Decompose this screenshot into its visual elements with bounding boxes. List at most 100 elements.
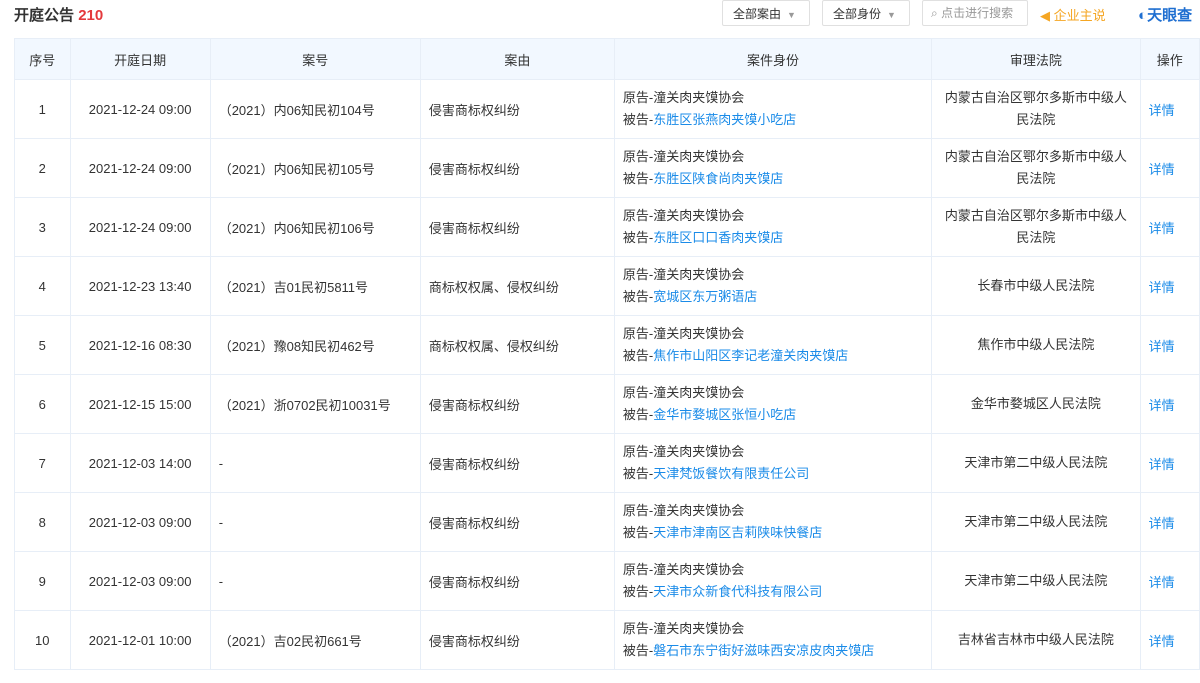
defendant-link[interactable]: 天津市津南区吉莉陕味快餐店 — [653, 525, 822, 540]
details-link[interactable]: 详情 — [1149, 162, 1175, 177]
plaintiff-name: 潼关肉夹馍协会 — [653, 90, 745, 105]
defendant-label: 被告- — [622, 348, 654, 363]
details-link[interactable]: 详情 — [1149, 280, 1175, 295]
speaker-icon: ◀ — [1040, 8, 1050, 23]
details-link[interactable]: 详情 — [1149, 516, 1175, 531]
defendant-label: 被告- — [622, 407, 654, 422]
defendant-link[interactable]: 金华市婺城区张恒小吃店 — [653, 407, 796, 422]
defendant: 被告-天津梵饭餐饮有限责任公司 — [623, 463, 923, 485]
hearing-date: 2021-12-23 13:40 — [69, 256, 211, 316]
table-row: 5 2021-12-16 08:30 （2021）豫08知民初462号 商标权权… — [14, 315, 1200, 375]
table-row: 8 2021-12-03 09:00 - 侵害商标权纠纷 原告-潼关肉夹馍协会被… — [14, 492, 1200, 552]
tianyancha-logo: ◐天眼查 — [1138, 4, 1192, 25]
defendant: 被告-金华市婺城区张恒小吃店 — [623, 404, 923, 426]
defendant: 被告-东胜区陕食尚肉夹馍店 — [623, 168, 923, 190]
case-number: （2021）内06知民初106号 — [209, 197, 421, 257]
plaintiff-name: 潼关肉夹馍协会 — [653, 444, 745, 459]
hearing-date: 2021-12-24 09:00 — [69, 197, 211, 257]
defendant-link[interactable]: 焦作市山阳区李记老潼关肉夹馍店 — [653, 348, 848, 363]
plaintiff-label: 原告- — [622, 503, 654, 518]
defendant: 被告-东胜区张燕肉夹馍小吃店 — [623, 109, 923, 131]
enterprise-say-link[interactable]: ◀ 企业主说 — [1040, 5, 1106, 24]
role-filter-dropdown[interactable]: 全部身份 ▼ — [822, 0, 910, 26]
case-cause: 侵害商标权纠纷 — [419, 610, 615, 670]
details-link[interactable]: 详情 — [1149, 103, 1175, 118]
plaintiff-name: 潼关肉夹馍协会 — [653, 562, 745, 577]
action-cell: 详情 — [1139, 256, 1200, 316]
action-cell: 详情 — [1139, 551, 1200, 611]
plaintiff-label: 原告- — [622, 149, 654, 164]
defendant-label: 被告- — [622, 466, 654, 481]
plaintiff-label: 原告- — [622, 326, 654, 341]
table-row: 2 2021-12-24 09:00 （2021）内06知民初105号 侵害商标… — [14, 138, 1200, 198]
case-number: （2021）内06知民初104号 — [209, 79, 421, 139]
case-parties: 原告-潼关肉夹馍协会被告-天津梵饭餐饮有限责任公司 — [613, 433, 933, 493]
case-cause: 侵害商标权纠纷 — [419, 138, 615, 198]
court: 天津市第二中级人民法院 — [931, 551, 1141, 611]
table-row: 3 2021-12-24 09:00 （2021）内06知民初106号 侵害商标… — [14, 197, 1200, 257]
table-row: 9 2021-12-03 09:00 - 侵害商标权纠纷 原告-潼关肉夹馍协会被… — [14, 551, 1200, 611]
details-link[interactable]: 详情 — [1149, 339, 1175, 354]
column-header: 案由 — [419, 38, 615, 80]
plaintiff-label: 原告- — [622, 444, 654, 459]
court: 金华市婺城区人民法院 — [931, 374, 1141, 434]
plaintiff: 原告-潼关肉夹馍协会 — [623, 87, 923, 109]
court: 天津市第二中级人民法院 — [931, 433, 1141, 493]
cause-filter-dropdown[interactable]: 全部案由 ▼ — [722, 0, 810, 26]
defendant-label: 被告- — [622, 584, 654, 599]
defendant-link[interactable]: 东胜区陕食尚肉夹馍店 — [653, 171, 783, 186]
defendant-link[interactable]: 磐石市东宁街好滋味西安凉皮肉夹馍店 — [653, 643, 874, 658]
action-cell: 详情 — [1139, 492, 1200, 552]
column-header: 案件身份 — [613, 38, 933, 80]
plaintiff-label: 原告- — [622, 385, 654, 400]
table-row: 10 2021-12-01 10:00 （2021）吉02民初661号 侵害商标… — [14, 610, 1200, 670]
details-link[interactable]: 详情 — [1149, 221, 1175, 236]
case-number: - — [209, 551, 421, 611]
defendant-link[interactable]: 天津市众新食代科技有限公司 — [653, 584, 822, 599]
case-cause: 商标权权属、侵权纠纷 — [419, 315, 615, 375]
defendant-label: 被告- — [622, 643, 654, 658]
plaintiff-name: 潼关肉夹馍协会 — [653, 208, 745, 223]
row-number: 2 — [14, 138, 71, 198]
hearing-date: 2021-12-03 09:00 — [69, 551, 211, 611]
search-input[interactable]: ⌕ 点击进行搜索 — [922, 0, 1028, 26]
plaintiff-name: 潼关肉夹馍协会 — [653, 385, 745, 400]
defendant-link[interactable]: 天津梵饭餐饮有限责任公司 — [653, 466, 809, 481]
defendant-link[interactable]: 东胜区张燕肉夹馍小吃店 — [653, 112, 796, 127]
row-number: 6 — [14, 374, 71, 434]
details-link[interactable]: 详情 — [1149, 634, 1175, 649]
case-cause: 侵害商标权纠纷 — [419, 492, 615, 552]
case-number: （2021）吉02民初661号 — [209, 610, 421, 670]
plaintiff-label: 原告- — [622, 208, 654, 223]
hearing-date: 2021-12-03 14:00 — [69, 433, 211, 493]
plaintiff: 原告-潼关肉夹馍协会 — [623, 264, 923, 286]
case-parties: 原告-潼关肉夹馍协会 被告-天津市众新食代科技有限公司 — [613, 551, 933, 611]
table-header: 序号 开庭日期 案号 案由 案件身份 审理法院 操作 — [14, 38, 1200, 80]
details-link[interactable]: 详情 — [1149, 575, 1175, 590]
case-cause: 商标权权属、侵权纠纷 — [419, 256, 615, 316]
column-header: 案号 — [209, 38, 421, 80]
action-cell: 详情 — [1139, 197, 1200, 257]
row-number: 3 — [14, 197, 71, 257]
case-number: - — [209, 492, 421, 552]
row-number: 7 — [14, 433, 71, 493]
action-cell: 详情 — [1139, 138, 1200, 198]
action-cell: 详情 — [1139, 79, 1200, 139]
row-number: 8 — [14, 492, 71, 552]
column-header: 操作 — [1139, 38, 1200, 80]
role-filter-label: 全部身份 — [833, 7, 882, 21]
case-number: - — [209, 433, 421, 493]
hearing-date: 2021-12-03 09:00 — [69, 492, 211, 552]
case-number: （2021）内06知民初105号 — [209, 138, 421, 198]
defendant-link[interactable]: 东胜区口口香肉夹馍店 — [653, 230, 783, 245]
hearing-date: 2021-12-15 15:00 — [69, 374, 211, 434]
defendant: 被告-东胜区口口香肉夹馍店 — [623, 227, 923, 249]
details-link[interactable]: 详情 — [1149, 398, 1175, 413]
defendant-label: 被告- — [622, 525, 654, 540]
case-cause: 侵害商标权纠纷 — [419, 433, 615, 493]
title-text: 开庭公告 — [14, 7, 75, 24]
details-link[interactable]: 详情 — [1149, 457, 1175, 472]
defendant-link[interactable]: 宽城区东万粥语店 — [653, 289, 757, 304]
case-parties: 原告-潼关肉夹馍协会 被告-东胜区张燕肉夹馍小吃店 — [613, 79, 933, 139]
case-parties: 原告-潼关肉夹馍协会被告-金华市婺城区张恒小吃店 — [613, 374, 933, 434]
